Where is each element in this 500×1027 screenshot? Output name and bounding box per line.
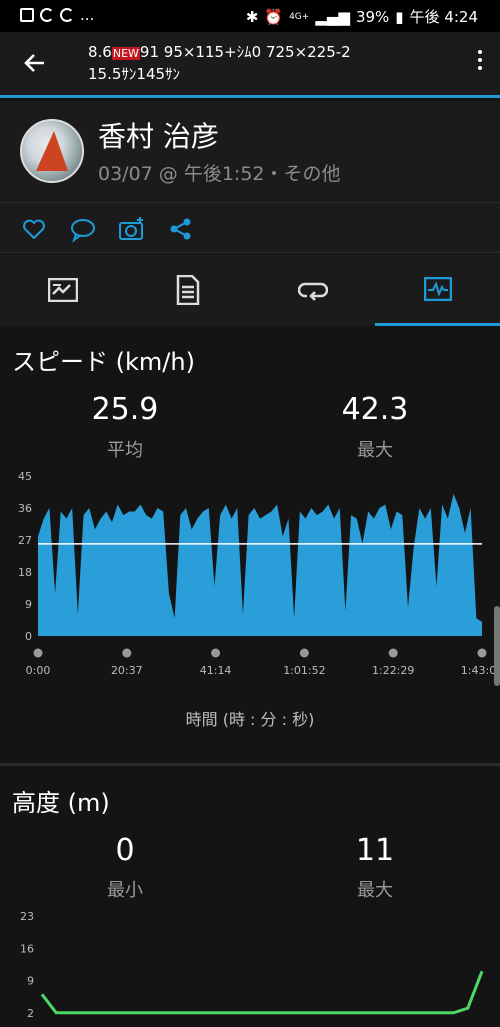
speed-y-tick: 45 xyxy=(18,470,32,483)
max-altitude-label: 最大 xyxy=(357,880,393,901)
altitude-y-tick: 16 xyxy=(20,942,34,955)
speed-x-tick: 1:22:29 xyxy=(372,664,414,677)
speed-x-tick-dot xyxy=(299,648,309,658)
app-bar: 8.6NEW91 95×115+ｼﾑ0 725×225-2 15.5ｻﾝ145ｻ… xyxy=(0,32,500,98)
like-heart-icon[interactable] xyxy=(20,215,48,243)
speed-y-tick: 36 xyxy=(18,502,32,515)
speed-y-tick: 27 xyxy=(18,534,32,547)
bluetooth-icon: ✱ xyxy=(245,7,259,26)
signal-icon: ▂▄▆ xyxy=(315,7,350,26)
scrollbar[interactable] xyxy=(494,606,500,686)
back-arrow-icon[interactable] xyxy=(20,48,50,78)
overflow-menu-icon[interactable] xyxy=(478,50,482,70)
speed-x-tick: 0:00 xyxy=(26,664,51,677)
tab-bar xyxy=(0,254,500,326)
chart-card-icon xyxy=(47,278,78,302)
loop-icon xyxy=(297,282,328,301)
speed-x-tick-dot xyxy=(477,648,487,658)
document-icon xyxy=(176,275,199,305)
speed-chart[interactable]: 09182736450:00 20:37 41:14 1:01:52 1:22:29 1:… xyxy=(0,466,500,681)
altitude-section-title: 高度 (m) xyxy=(12,789,110,817)
altitude-line xyxy=(40,970,484,1015)
status-bar: ... ✱ ⏰ 4G+ ▂▄▆ 39% ▮ 午後 4:24 xyxy=(0,0,500,32)
speed-area xyxy=(38,493,482,636)
speed-x-tick-dot xyxy=(388,648,398,658)
gallery-notification-icon xyxy=(20,8,34,22)
speed-x-axis-title: 時間 (時 : 分 : 秒) xyxy=(185,710,315,729)
alarm-icon: ⏰ xyxy=(264,7,284,26)
max-speed-label: 最大 xyxy=(357,440,393,461)
speed-x-tick-dot xyxy=(122,648,132,658)
network-label: 4G+ xyxy=(289,11,310,22)
speed-y-tick: 9 xyxy=(25,598,32,611)
activity-header: 香村 治彦 03/07 @ 午後1:52・その他 xyxy=(0,101,500,203)
charts-panel: スピード (km/h) 25.9 平均 42.3 最大 0 9 18 27 36 45 0:… xyxy=(0,326,500,1027)
chart-icon xyxy=(423,276,452,301)
altitude-chart[interactable]: 2 9 16 23 xyxy=(0,904,500,1027)
min-altitude-value: 0 xyxy=(115,833,135,868)
speed-x-tick-dot xyxy=(33,648,43,658)
speed-y-tick: 0 xyxy=(25,630,32,643)
avg-speed-value: 25.9 xyxy=(91,392,159,427)
laps-tab[interactable] xyxy=(250,254,375,326)
speed-x-tick-dot xyxy=(211,648,221,658)
speed-section-title: スピード (km/h) xyxy=(12,348,195,376)
battery-percent: 39% xyxy=(355,7,390,26)
max-speed-value: 42.3 xyxy=(341,392,409,427)
speed-y-tick: 18 xyxy=(18,566,32,579)
details-tab[interactable] xyxy=(125,254,250,326)
more-notifications: ... xyxy=(80,6,95,24)
activity-title: 8.6NEW91 95×115+ｼﾑ0 725×225-2 15.5ｻﾝ145ｻ… xyxy=(88,43,351,83)
share-icon[interactable] xyxy=(167,215,195,243)
sync-notification-icon-2 xyxy=(60,8,74,22)
battery-icon: ▮ xyxy=(395,7,404,26)
clock: 午後 4:24 xyxy=(409,8,478,26)
action-bar xyxy=(0,203,500,253)
speed-x-tick: 1:01:52 xyxy=(283,664,325,677)
altitude-y-tick: 2 xyxy=(27,1007,34,1020)
speed-x-tick: 20:37 xyxy=(111,664,143,677)
user-name: 香村 治彦 xyxy=(98,120,219,153)
new-badge: NEW xyxy=(111,47,140,60)
activity-subtitle: 03/07 @ 午後1:52・その他 xyxy=(98,163,341,185)
altitude-y-tick: 9 xyxy=(27,975,34,988)
min-altitude-label: 最小 xyxy=(107,880,143,901)
altitude-y-tick: 23 xyxy=(20,910,34,923)
summary-tab[interactable] xyxy=(0,254,125,326)
comment-bubble-icon[interactable] xyxy=(69,215,97,243)
section-divider xyxy=(0,763,500,766)
sync-notification-icon xyxy=(40,8,54,22)
add-photo-camera-icon[interactable] xyxy=(118,215,146,243)
charts-tab[interactable] xyxy=(375,254,500,326)
speed-x-tick: 41:14 xyxy=(200,664,232,677)
avatar[interactable] xyxy=(20,119,84,183)
max-altitude-value: 11 xyxy=(355,833,395,868)
avg-speed-label: 平均 xyxy=(107,440,143,461)
